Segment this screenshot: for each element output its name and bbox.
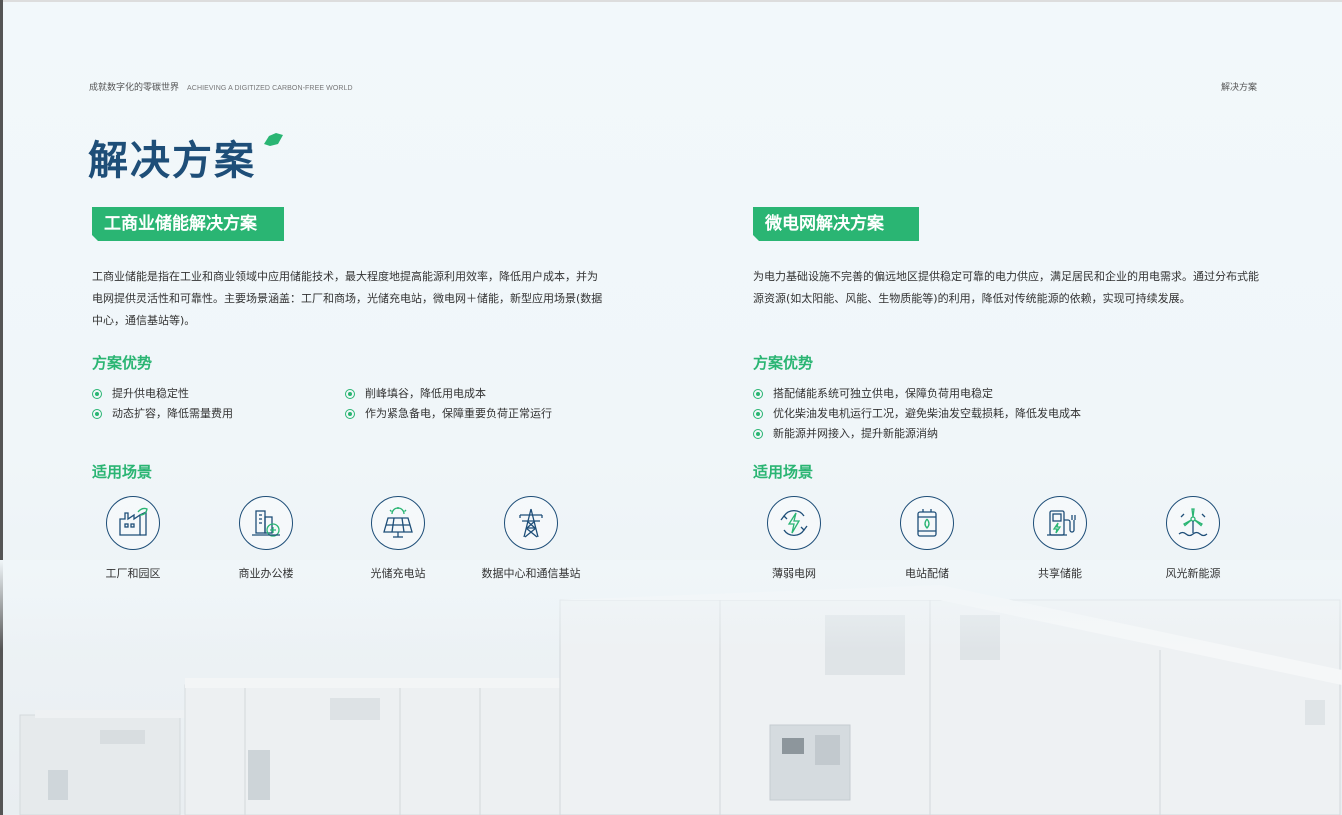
scene-office-building: 商业办公楼 [201, 496, 331, 581]
commercial-storage-description: 工商业储能是指在工业和商业领域中应用储能技术，最大程度地提高能源利用效率，降低用… [92, 270, 603, 327]
scenarios-heading: 适用场景 [92, 463, 153, 481]
advantages-heading: 方案优势 [92, 354, 153, 372]
scene-label: 光储充电站 [370, 567, 426, 580]
page-title: 解决方案 [88, 138, 256, 184]
scene-label: 风光新能源 [1165, 567, 1221, 580]
bullet-icon [92, 409, 102, 419]
scene-label: 薄弱电网 [772, 567, 816, 580]
scene-solar-charging: 光储充电站 [333, 496, 463, 581]
advantages-heading: 方案优势 [753, 354, 814, 372]
bullet-icon [753, 429, 763, 439]
microgrid-heading: 微电网解决方案 [753, 207, 919, 241]
bullet-icon [92, 389, 102, 399]
advantage-item: 动态扩容，降低需量费用 [92, 404, 233, 424]
advantage-item: 新能源并网接入，提升新能源消纳 [753, 424, 938, 444]
advantage-item: 削峰填谷，降低用电成本 [345, 384, 486, 404]
scene-label: 电站配储 [905, 567, 949, 580]
scene-label: 数据中心和通信基站 [481, 567, 581, 580]
advantage-item: 优化柴油发电机运行工况，避免柴油发空载损耗，降低发电成本 [753, 404, 1081, 424]
tagline-en: ACHIEVING A DIGITIZED CARBON-FREE WORLD [187, 85, 353, 92]
scene-label: 工厂和园区 [105, 567, 161, 580]
advantage-item: 提升供电稳定性 [92, 384, 189, 404]
scenarios-heading: 适用场景 [753, 463, 814, 481]
scene-weak-grid: 薄弱电网 [729, 496, 859, 581]
bullet-icon [345, 409, 355, 419]
scene-factory: 工厂和园区 [68, 496, 198, 581]
wind-turbine-icon [1178, 508, 1208, 537]
solar-panel-icon [383, 507, 413, 538]
factory-icon [119, 507, 148, 536]
leaf-accent-icon [264, 133, 283, 146]
top-border [0, 0, 1342, 2]
bullet-icon [345, 389, 355, 399]
transmission-tower-icon [519, 508, 543, 538]
bullet-icon [753, 409, 763, 419]
scene-power-station-storage: 电站配储 [862, 496, 992, 581]
bullet-icon [753, 389, 763, 399]
shared-charging-icon [1047, 510, 1076, 536]
storage-containers-background [0, 560, 1342, 815]
advantage-item: 作为紧急备电，保障重要负荷正常运行 [345, 404, 552, 424]
scene-label: 共享储能 [1038, 567, 1082, 580]
commercial-storage-heading: 工商业储能解决方案 [92, 207, 284, 241]
scene-data-center: 数据中心和通信基站 [466, 496, 596, 581]
tagline-cn: 成就数字化的零碳世界 [89, 83, 180, 93]
office-building-icon [252, 510, 280, 537]
power-station-storage-icon [917, 509, 937, 537]
microgrid-description: 为电力基础设施不完善的偏远地区提供稳定可靠的电力供应，满足居民和企业的用电需求。… [753, 270, 1259, 305]
advantage-item: 搭配储能系统可独立供电，保障负荷用电稳定 [753, 384, 993, 404]
section-label: 解决方案 [1220, 83, 1257, 93]
weak-grid-icon [780, 510, 808, 536]
brand-tagline: 成就数字化的零碳世界 ACHIEVING A DIGITIZED CARBON-F… [89, 80, 353, 93]
scene-label: 商业办公楼 [238, 567, 294, 580]
scene-wind-solar: 风光新能源 [1128, 496, 1258, 581]
scene-shared-storage: 共享储能 [995, 496, 1125, 581]
